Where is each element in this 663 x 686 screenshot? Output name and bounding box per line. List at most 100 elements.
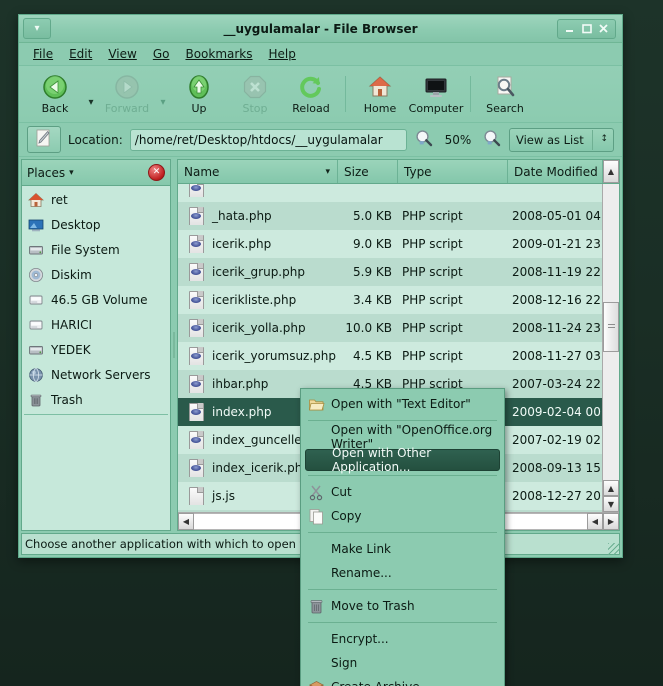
folder-open-icon — [307, 395, 325, 413]
table-row[interactable]: icerik_grup.php 5.9 KB PHP script 2008-1… — [178, 258, 602, 286]
location-input[interactable]: /home/ret/Desktop/htdocs/__uygulamalar — [129, 128, 407, 151]
toolbar-up-button[interactable]: Up — [171, 73, 227, 115]
menu-make-link[interactable]: Make Link — [301, 537, 504, 561]
sidebar-item-diskim[interactable]: Diskim — [22, 262, 170, 287]
location-edit-toggle-button[interactable] — [27, 126, 61, 153]
toolbar-separator-1 — [345, 76, 346, 112]
up-arrow-icon — [186, 73, 212, 101]
toolbar-forward-label: Forward — [104, 102, 150, 115]
places-title: Places — [27, 165, 66, 180]
menu-encrypt[interactable]: Encrypt... — [301, 627, 504, 651]
menu-view-label: View — [108, 47, 137, 61]
table-row[interactable]: icerik_yorumsuz.php 4.5 KB PHP script 20… — [178, 342, 602, 370]
maximize-icon[interactable] — [578, 21, 595, 37]
toolbar-back-button[interactable]: Back — [27, 73, 83, 115]
close-circle-icon[interactable]: ✕ — [148, 164, 165, 181]
sidebar-item-yedek[interactable]: YEDEK — [22, 337, 170, 362]
table-row[interactable]: icerikliste.php 3.4 KB PHP script 2008-1… — [178, 286, 602, 314]
scroll-left-button[interactable]: ◀ — [178, 513, 194, 530]
vertical-scroll-thumb[interactable] — [603, 302, 619, 352]
table-row[interactable]: icerik_yolla.php 10.0 KB PHP script 2008… — [178, 314, 602, 342]
scroll-right-button[interactable]: ▶ — [603, 513, 619, 530]
toolbar-home-button[interactable]: Home — [352, 73, 408, 115]
column-header-date-modified[interactable]: Date Modified — [508, 160, 603, 183]
sidebar-label: File System — [51, 242, 120, 257]
menu-separator-2 — [308, 475, 497, 476]
menu-copy[interactable]: Copy — [301, 504, 504, 528]
column-header-name[interactable]: Name ▾ — [178, 160, 338, 183]
sidebar-item-volume-46gb[interactable]: 46.5 GB Volume — [22, 287, 170, 312]
menu-open-with-text-editor[interactable]: Open with "Text Editor" — [301, 392, 504, 416]
places-list: ret Desktop File System Diskim 46.5 GB V… — [22, 186, 170, 530]
file-date-cell: 2009-01-21 23:15:31 — [512, 237, 602, 251]
toolbar-forward-button[interactable]: Forward — [99, 73, 155, 115]
menu-view[interactable]: View — [100, 45, 144, 63]
location-bar: Location: /home/ret/Desktop/htdocs/__uyg… — [19, 123, 622, 157]
scroll-left-button-2[interactable]: ◀ — [587, 513, 603, 530]
menu-file[interactable]: File — [25, 45, 61, 63]
file-type-cell: PHP script — [402, 293, 463, 307]
close-icon[interactable] — [595, 21, 612, 37]
window-resize-grip[interactable] — [608, 543, 620, 555]
file-size-cell: 3.4 KB — [353, 293, 392, 307]
sidebar-item-desktop[interactable]: Desktop — [22, 212, 170, 237]
table-row[interactable]: icerik.php 9.0 KB PHP script 2009-01-21 … — [178, 230, 602, 258]
file-name: icerikliste.php — [212, 293, 297, 307]
splitter-grip — [173, 332, 175, 358]
sidebar-item-trash[interactable]: Trash — [22, 387, 170, 412]
menu-move-to-trash[interactable]: Move to Trash — [301, 594, 504, 618]
table-row[interactable]: _hata.php 5.0 KB PHP script 2008-05-01 0… — [178, 202, 602, 230]
zoom-out-icon — [415, 129, 433, 151]
menu-rename[interactable]: Rename... — [301, 561, 504, 585]
menu-bookmarks[interactable]: Bookmarks — [177, 45, 260, 63]
column-header-size[interactable]: Size — [338, 160, 398, 183]
menu-edit[interactable]: Edit — [61, 45, 100, 63]
menu-sign[interactable]: Sign — [301, 651, 504, 675]
file-name-cell — [178, 184, 338, 197]
sidebar-item-ret[interactable]: ret — [22, 187, 170, 212]
menu-help-label: Help — [268, 47, 296, 61]
view-mode-dropdown[interactable]: View as List ↕ — [509, 127, 614, 152]
sidebar-item-network-servers[interactable]: Network Servers — [22, 362, 170, 387]
forward-dropdown-chevron-icon[interactable]: ▾ — [155, 68, 171, 120]
scroll-down-button[interactable]: ▼ — [603, 496, 619, 512]
menu-bookmarks-label: Bookmarks — [185, 47, 253, 61]
back-dropdown-chevron-icon[interactable]: ▾ — [83, 68, 99, 120]
scroll-up-button[interactable]: ▲ — [603, 160, 619, 183]
zoom-in-button[interactable] — [482, 129, 502, 151]
sidebar-label: YEDEK — [51, 342, 91, 357]
home-icon — [367, 73, 393, 101]
vertical-scroll-track[interactable] — [603, 184, 619, 480]
menu-go[interactable]: Go — [145, 45, 178, 63]
toolbar-separator-2 — [470, 76, 471, 112]
places-header[interactable]: Places ▾ ✕ — [22, 160, 170, 186]
minimize-icon[interactable] — [561, 21, 578, 37]
zoom-out-button[interactable] — [414, 129, 434, 151]
php-file-icon — [188, 375, 204, 393]
menu-create-archive[interactable]: Create Archive... — [301, 675, 504, 686]
menu-separator-1 — [308, 420, 497, 421]
chevron-down-icon: ▾ — [325, 166, 330, 177]
scroll-up-button-bottom[interactable]: ▲ — [603, 480, 619, 496]
chevron-updown-icon: ↕ — [600, 134, 608, 144]
toolbar-search-button[interactable]: Search — [477, 73, 533, 115]
column-header-type[interactable]: Type — [398, 160, 508, 183]
sidebar-item-harici[interactable]: HARICI — [22, 312, 170, 337]
cdrom-icon — [27, 266, 44, 283]
php-file-icon — [188, 403, 204, 421]
toolbar-reload-button[interactable]: Reload — [283, 73, 339, 115]
file-name-cell: icerik_yolla.php — [178, 319, 338, 337]
file-date-cell: 2008-09-13 15:23:44 — [512, 461, 602, 475]
toolbar-computer-button[interactable]: Computer — [408, 73, 464, 115]
table-row[interactable] — [178, 184, 602, 202]
menu-help[interactable]: Help — [261, 45, 304, 63]
menu-open-with-other-application[interactable]: Open with Other Application... — [305, 446, 500, 474]
window-menu-button[interactable]: ▾ — [23, 18, 51, 39]
sidebar-item-file-system[interactable]: File System — [22, 237, 170, 262]
copy-icon — [307, 507, 325, 525]
sidebar-label: Diskim — [51, 267, 92, 282]
menu-cut[interactable]: Cut — [301, 480, 504, 504]
sidebar-label: 46.5 GB Volume — [51, 292, 148, 307]
toolbar-stop-button[interactable]: Stop — [227, 73, 283, 115]
vertical-scrollbar[interactable]: ▲ ▼ — [602, 184, 619, 512]
